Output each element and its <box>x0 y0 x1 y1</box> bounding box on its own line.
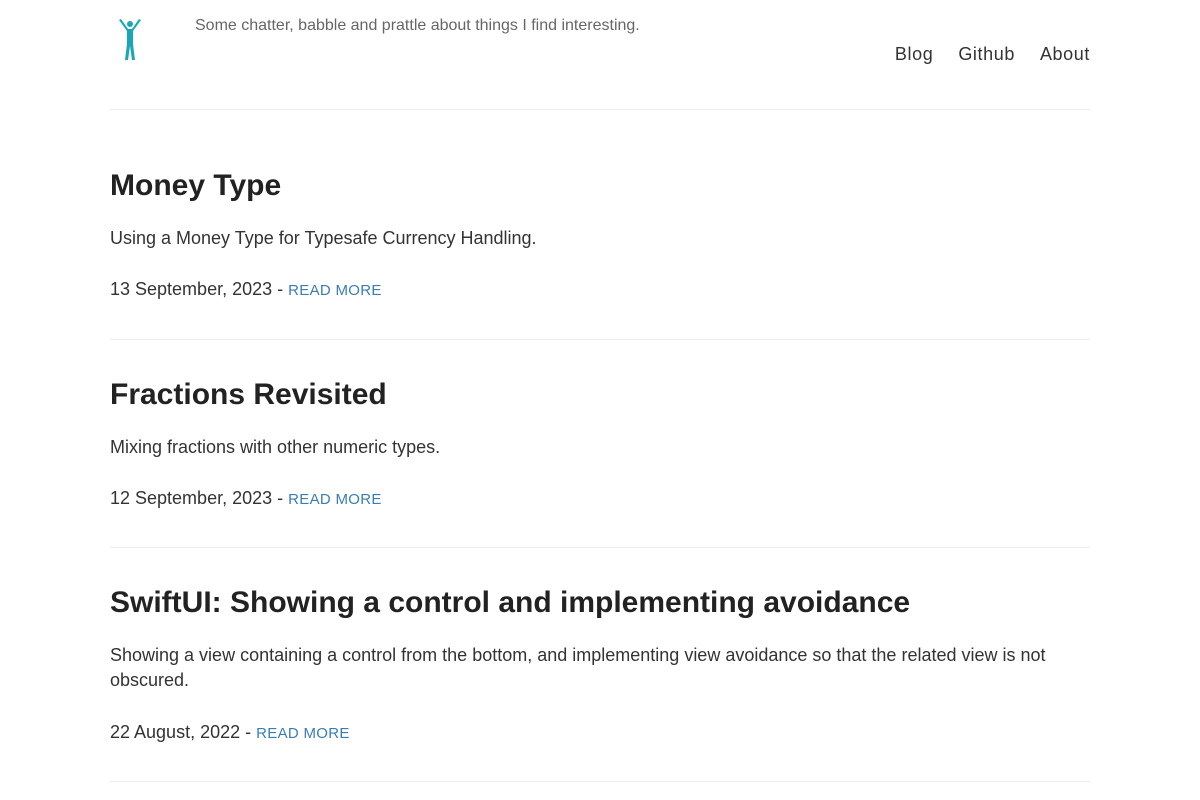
site-header: Some chatter, babble and prattle about t… <box>110 0 1090 110</box>
post-meta: 12 September, 2023 - READ MORE <box>110 486 382 512</box>
site-tagline: Some chatter, babble and prattle about t… <box>195 17 640 34</box>
nav-link-about[interactable]: About <box>1040 44 1090 65</box>
post-title[interactable]: Money Type <box>110 168 281 204</box>
nav-link-github[interactable]: Github <box>958 44 1015 65</box>
person-raising-arms-icon <box>119 19 141 60</box>
post-title[interactable]: SwiftUI: Showing a control and implement… <box>110 585 910 621</box>
page: Some chatter, babble and prattle about t… <box>0 0 1200 800</box>
post-item: Money Type Using a Money Type for Typesa… <box>110 111 1090 340</box>
main-nav: Blog Github About <box>895 44 1090 65</box>
post-summary: Showing a view containing a control from… <box>110 645 1046 690</box>
post-title[interactable]: Fractions Revisited <box>110 377 387 413</box>
nav-link-blog[interactable]: Blog <box>895 44 933 65</box>
meta-separator: - <box>245 722 252 742</box>
post-summary: Mixing fractions with other numeric type… <box>110 437 441 457</box>
read-more-link[interactable]: READ MORE <box>256 725 350 742</box>
post-summary: Using a Money Type for Typesafe Currency… <box>110 228 537 248</box>
post-date: 12 September, 2023 <box>110 488 273 508</box>
post-item: Fractions Revisited Mixing fractions wit… <box>110 340 1090 548</box>
post-meta: 13 September, 2023 - READ MORE <box>110 277 382 303</box>
post-item: SwiftUI: Showing a control and implement… <box>110 548 1090 782</box>
post-date: 22 August, 2022 <box>110 722 241 742</box>
post-meta: 22 August, 2022 - READ MORE <box>110 720 350 746</box>
meta-separator: - <box>277 488 284 508</box>
post-date: 13 September, 2023 <box>110 279 273 299</box>
post-list: Money Type Using a Money Type for Typesa… <box>110 111 1090 782</box>
read-more-link[interactable]: READ MORE <box>288 491 382 508</box>
meta-separator: - <box>277 279 284 299</box>
read-more-link[interactable]: READ MORE <box>288 282 382 299</box>
